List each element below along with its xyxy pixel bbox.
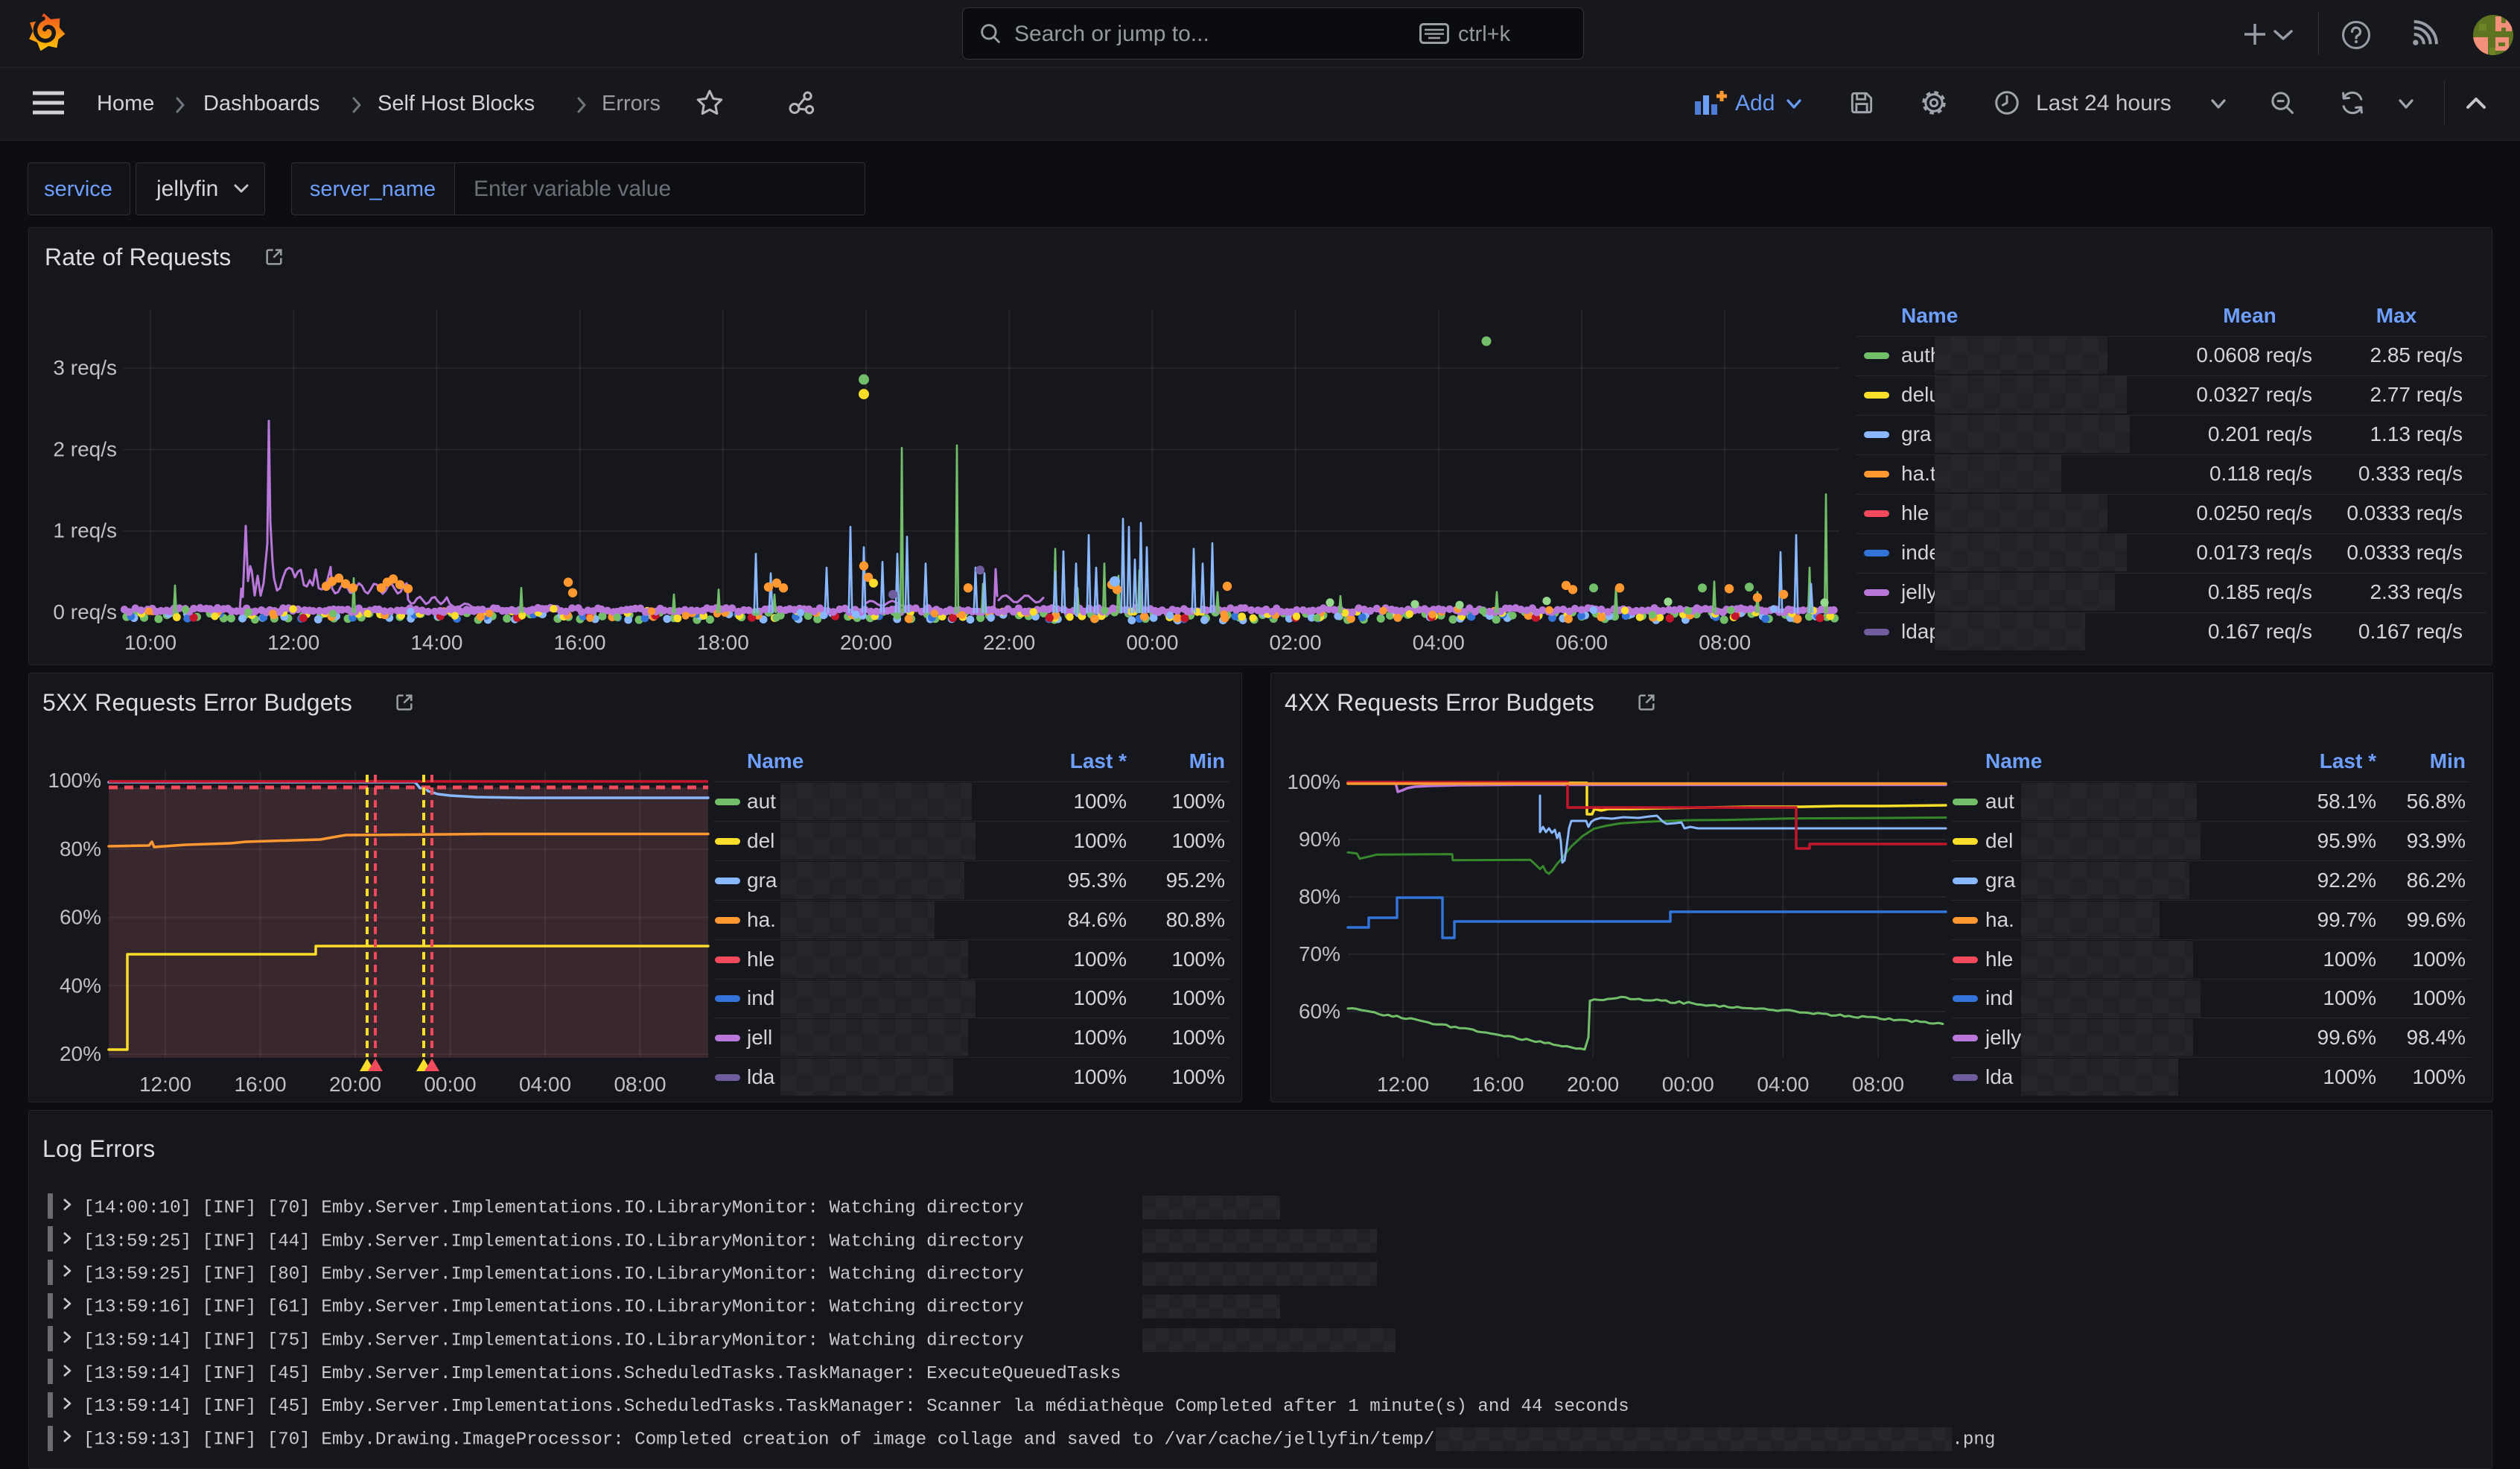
svg-text:2 req/s: 2 req/s [53, 437, 117, 460]
svg-text:16:00: 16:00 [1472, 1073, 1524, 1096]
svg-text:60%: 60% [60, 906, 101, 929]
svg-text:08:00: 08:00 [614, 1073, 666, 1096]
svg-text:40%: 40% [60, 974, 101, 997]
svg-text:04:00: 04:00 [1757, 1073, 1809, 1096]
svg-text:00:00: 00:00 [1662, 1073, 1714, 1096]
svg-text:3 req/s: 3 req/s [53, 356, 117, 379]
svg-text:18:00: 18:00 [697, 631, 749, 654]
svg-text:22:00: 22:00 [983, 631, 1035, 654]
svg-text:08:00: 08:00 [1852, 1073, 1904, 1096]
svg-text:04:00: 04:00 [1413, 631, 1465, 654]
svg-text:20:00: 20:00 [329, 1073, 381, 1096]
svg-text:12:00: 12:00 [139, 1073, 191, 1096]
svg-text:14:00: 14:00 [410, 631, 462, 654]
svg-text:06:00: 06:00 [1556, 631, 1608, 654]
svg-text:100%: 100% [1287, 770, 1340, 793]
svg-text:00:00: 00:00 [1126, 631, 1178, 654]
svg-text:70%: 70% [1299, 942, 1340, 965]
svg-text:12:00: 12:00 [267, 631, 319, 654]
svg-text:12:00: 12:00 [1377, 1073, 1429, 1096]
svg-text:100%: 100% [48, 769, 101, 792]
svg-text:20%: 20% [60, 1042, 101, 1065]
svg-text:10:00: 10:00 [124, 631, 176, 654]
svg-text:20:00: 20:00 [1567, 1073, 1619, 1096]
svg-text:20:00: 20:00 [840, 631, 892, 654]
svg-text:08:00: 08:00 [1699, 631, 1751, 654]
svg-text:00:00: 00:00 [424, 1073, 476, 1096]
svg-text:02:00: 02:00 [1270, 631, 1322, 654]
svg-text:80%: 80% [60, 837, 101, 860]
svg-text:90%: 90% [1299, 828, 1340, 851]
svg-text:60%: 60% [1299, 1000, 1340, 1023]
svg-text:04:00: 04:00 [519, 1073, 571, 1096]
svg-text:1 req/s: 1 req/s [53, 519, 117, 542]
svg-text:16:00: 16:00 [554, 631, 606, 654]
svg-text:0 req/s: 0 req/s [53, 600, 117, 624]
svg-text:80%: 80% [1299, 885, 1340, 908]
svg-text:16:00: 16:00 [234, 1073, 286, 1096]
